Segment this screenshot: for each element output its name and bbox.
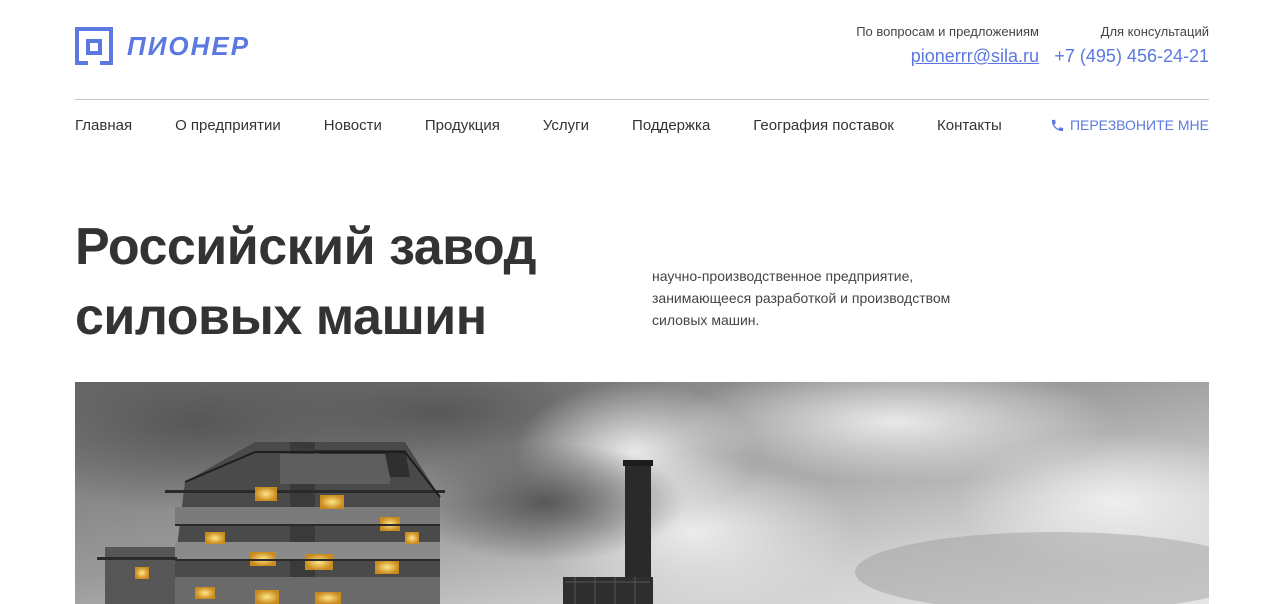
contact-questions-label: По вопросам и предложениям <box>856 24 1039 39</box>
hero-image <box>75 382 1209 604</box>
contact-consult: Для консультаций +7 (495) 456-24-21 <box>1054 24 1209 67</box>
callback-label: ПЕРЕЗВОНИТЕ МНЕ <box>1069 117 1209 133</box>
callback-button[interactable]: ПЕРЕЗВОНИТЕ МНЕ <box>1050 100 1209 150</box>
nav-item-contacts[interactable]: Контакты <box>937 117 1002 134</box>
phone-icon <box>1051 119 1064 131</box>
main-nav: Главная О предприятии Новости Продукция … <box>75 100 1209 150</box>
nav-item-home[interactable]: Главная <box>75 117 132 134</box>
hero-description-line-2: занимающееся разработкой и производством <box>652 290 951 306</box>
nav-list: Главная О предприятии Новости Продукция … <box>75 100 1045 150</box>
contact-questions: По вопросам и предложениям pionerrr@sila… <box>856 24 1039 67</box>
hero-title: Российский завод силовых машин <box>75 212 635 352</box>
hero-description-line-1: научно-производственное предприятие, <box>652 268 914 284</box>
logo[interactable]: ПИОНЕР <box>75 27 250 65</box>
hero-title-line-2: силовых машин <box>75 288 487 346</box>
logo-text: ПИОНЕР <box>127 30 251 61</box>
email-link[interactable]: pionerrr@sila.ru <box>856 45 1039 67</box>
site-header: ПИОНЕР По вопросам и предложениям pioner… <box>75 0 1209 100</box>
hero-title-line-1: Российский завод <box>75 218 537 276</box>
nav-item-services[interactable]: Услуги <box>543 117 589 134</box>
nav-item-products[interactable]: Продукция <box>425 117 500 134</box>
hero-description-line-3: силовых машин. <box>652 312 760 328</box>
industrial-plant-photo <box>75 382 1209 604</box>
nav-item-support[interactable]: Поддержка <box>632 117 710 134</box>
nav-item-news[interactable]: Новости <box>324 117 382 134</box>
hero-description: научно-производственное предприятие, зан… <box>652 265 982 331</box>
phone-link[interactable]: +7 (495) 456-24-21 <box>1054 45 1209 67</box>
nav-item-geography[interactable]: География поставок <box>753 117 894 134</box>
square-house-logo-icon <box>75 27 113 65</box>
nav-item-about[interactable]: О предприятии <box>175 117 281 134</box>
contact-consult-label: Для консультаций <box>1100 24 1209 39</box>
